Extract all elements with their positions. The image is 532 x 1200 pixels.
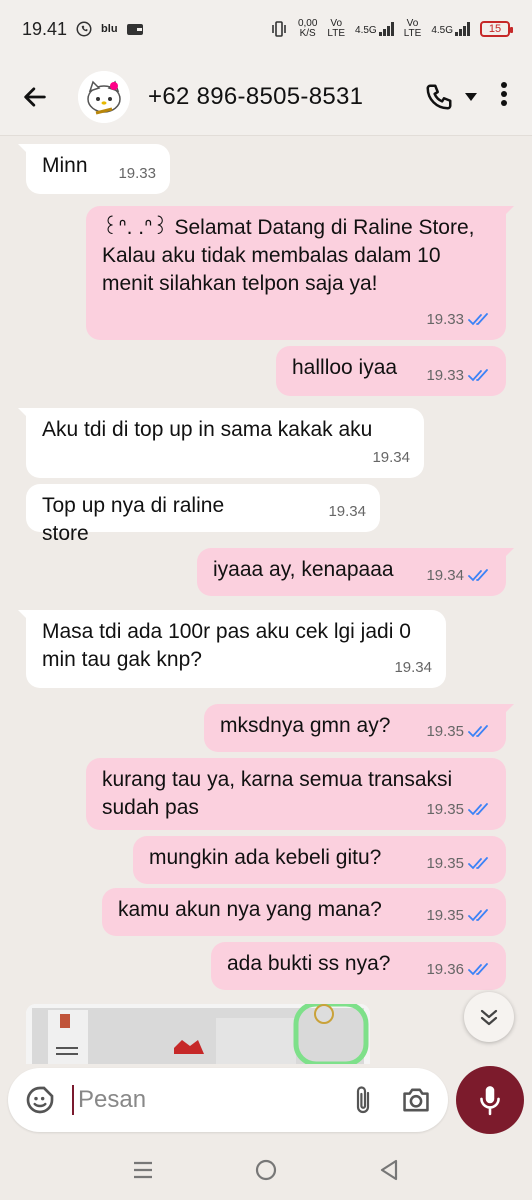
sim1-network: 4.5G	[355, 22, 394, 36]
home-button[interactable]	[254, 1158, 278, 1182]
sim1-volte: Vo LTE	[327, 18, 346, 39]
message-time: 19.35	[426, 902, 492, 930]
incoming-message[interactable]: Masa tdi ada 100r pas aku cek lgi jadi 0…	[18, 610, 446, 688]
mic-icon	[480, 1086, 500, 1116]
message-time: 19.34	[328, 503, 366, 520]
camera-button[interactable]	[400, 1086, 432, 1114]
message-time: 19.35	[426, 796, 492, 824]
read-receipt-icon	[468, 369, 488, 382]
outgoing-message[interactable]: kurang tau ya, karna semua transaksi sud…	[86, 758, 506, 830]
outgoing-message[interactable]: iyaaa ay, kenapaaa 19.34	[197, 548, 514, 596]
triangle-back-icon	[380, 1159, 398, 1181]
message-text: Top up nya di raline store	[42, 494, 230, 545]
attach-button[interactable]	[352, 1084, 374, 1116]
phone-icon	[426, 84, 452, 109]
message-time: 19.36	[426, 956, 492, 984]
recent-apps-button[interactable]	[132, 1160, 154, 1180]
message-text: Aku tdi di top up in sama kakak aku	[42, 418, 373, 441]
avatar[interactable]	[78, 70, 130, 123]
message-time: 19.35	[426, 718, 492, 746]
outgoing-message[interactable]: hallloo iyaa 19.33	[276, 346, 506, 396]
back-button[interactable]	[0, 83, 70, 111]
read-receipt-icon	[468, 857, 488, 870]
outgoing-message[interactable]: kamu akun nya yang mana? 19.35	[102, 888, 506, 936]
emoji-sticker-button[interactable]	[24, 1084, 56, 1116]
read-receipt-icon	[468, 963, 488, 976]
message-time: 19.33	[426, 306, 492, 334]
outgoing-message[interactable]: ada bukti ss nya? 19.36	[211, 942, 506, 990]
outgoing-message[interactable]: mungkin ada kebeli gitu? 19.35	[133, 836, 506, 884]
caret-down-icon	[465, 92, 477, 101]
sticker-icon	[26, 1086, 54, 1114]
message-time: 19.34	[426, 562, 492, 590]
message-time: 19.35	[426, 850, 492, 878]
arrow-left-icon	[24, 86, 46, 107]
incoming-message[interactable]: Aku tdi di top up in sama kakak aku 19.34	[18, 408, 424, 478]
paperclip-icon	[356, 1086, 370, 1114]
message-time: 19.33	[426, 362, 492, 390]
more-options-button[interactable]	[500, 81, 508, 112]
read-receipt-icon	[468, 569, 488, 582]
whatsapp-icon	[75, 20, 93, 38]
read-receipt-icon	[468, 313, 488, 326]
outgoing-message[interactable]: mksdnya gmn ay? 19.35	[204, 704, 514, 752]
image-message-preview[interactable]	[26, 1004, 370, 1064]
message-composer	[8, 1068, 448, 1132]
vibrate-icon	[270, 20, 288, 38]
wallet-icon	[126, 21, 144, 37]
signal-icon	[378, 22, 394, 36]
message-input[interactable]	[78, 1086, 308, 1114]
network-speed: 0,00 K/S	[297, 18, 318, 39]
status-bar: 19.41 blu 0,00 K/S Vo LTE 4.5G Vo LTE 4.…	[0, 0, 532, 58]
text-cursor	[72, 1085, 74, 1115]
sim2-network: 4.5G	[431, 22, 470, 36]
incoming-message[interactable]: Minn 19.33	[18, 144, 170, 194]
read-receipt-icon	[468, 725, 488, 738]
call-button[interactable]	[424, 82, 478, 112]
message-time: 19.34	[394, 659, 432, 676]
read-receipt-icon	[468, 803, 488, 816]
back-nav-button[interactable]	[378, 1158, 400, 1182]
read-receipt-icon	[468, 909, 488, 922]
carrier-badge: blu	[101, 23, 118, 35]
message-text: Masa tdi ada 100r pas aku cek lgi jadi 0…	[42, 620, 417, 671]
contact-name[interactable]: +62 896-8505-8531	[148, 83, 363, 111]
sim2-volte: Vo LTE	[403, 18, 422, 39]
message-text: ꒰ᐢ. .ᐢ꒱ Selamat Datang di Raline Store, …	[102, 216, 481, 295]
menu-lines-icon	[134, 1161, 152, 1179]
incoming-message[interactable]: Top up nya di raline store 19.34	[26, 484, 380, 545]
system-nav-bar	[0, 1140, 532, 1200]
voice-message-button[interactable]	[456, 1066, 524, 1134]
chat-header: +62 896-8505-8531	[0, 58, 532, 136]
message-time: 19.34	[372, 449, 410, 466]
more-vert-icon	[501, 82, 507, 106]
signal-icon	[455, 22, 470, 36]
outgoing-message[interactable]: ꒰ᐢ. .ᐢ꒱ Selamat Datang di Raline Store, …	[86, 206, 514, 340]
home-circle-icon	[255, 1159, 277, 1181]
camera-icon	[403, 1088, 429, 1112]
battery-icon: 15	[480, 21, 513, 37]
message-time: 19.33	[118, 165, 156, 182]
scroll-to-bottom-button[interactable]	[464, 992, 514, 1042]
double-chevron-down-icon	[480, 1009, 498, 1026]
chat-area[interactable]: Minn 19.33 ꒰ᐢ. .ᐢ꒱ Selamat Datang di Ralin…	[0, 136, 532, 1066]
status-time: 19.41	[22, 18, 68, 39]
